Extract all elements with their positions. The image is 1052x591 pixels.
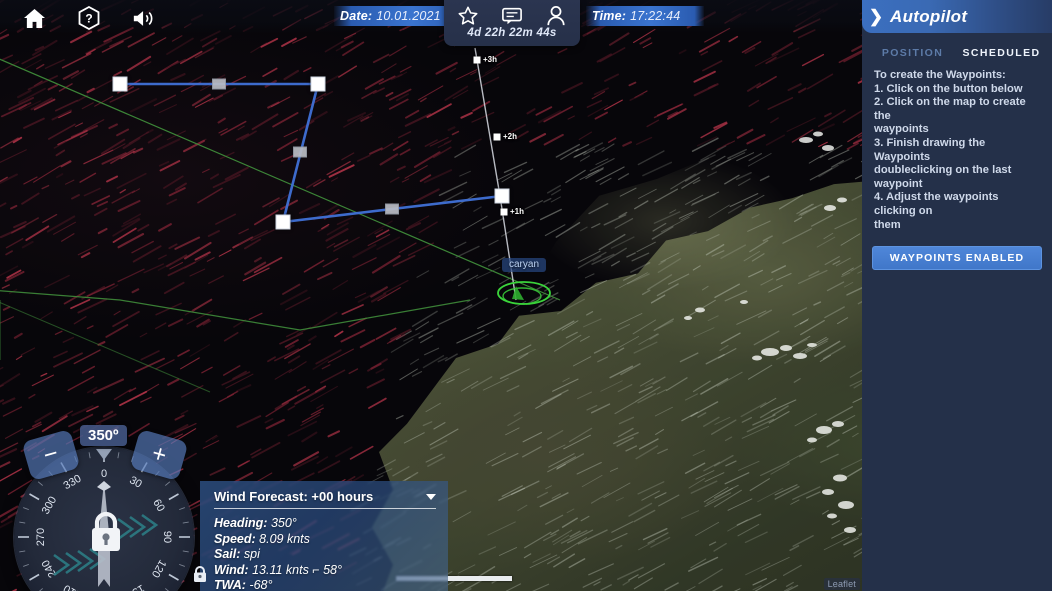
instruction-line: them (874, 218, 901, 231)
compass-tick-label: 150 (125, 582, 147, 591)
compass-tick-label: 270 (35, 528, 47, 546)
volume-icon[interactable] (132, 6, 156, 30)
wind-forecast-row-value: spi (243, 547, 260, 561)
center-icon-group (456, 4, 568, 28)
wind-forecast-row-value: 350° (270, 516, 297, 530)
time-display: Time: 17:22:44 (586, 6, 704, 26)
wind-forecast-panel[interactable]: Wind Forecast: +00 hours Heading: 350° Sp… (200, 481, 448, 591)
compass-widget[interactable]: 0306090120150180210240270300330 − + 350º (8, 411, 200, 591)
help-icon[interactable]: ? (77, 6, 101, 30)
compass-tick-label: 240 (40, 558, 60, 580)
app-root: +3h +2h +1h caryan Leaflet ? Date: 10.01… (0, 0, 1052, 591)
wind-forecast-row: Speed: 8.09 knts (214, 532, 436, 548)
wind-forecast-row-label: TWA: (214, 578, 250, 591)
route-dot-3h (473, 56, 481, 64)
route-dot-1h (500, 208, 508, 216)
tab-position[interactable]: POSITION (870, 43, 955, 67)
instruction-line: 4. Adjust the waypoints clicking on (874, 191, 999, 217)
tab-scheduled[interactable]: SCHEDULED (959, 43, 1044, 67)
wind-forecast-row-value: 8.09 knts (259, 531, 310, 546)
home-icon[interactable] (22, 6, 46, 30)
boat-name-label: caryan (502, 258, 547, 272)
waypoint-midhandle[interactable] (293, 146, 307, 158)
compass-tick-label: 90 (161, 531, 173, 543)
chat-icon[interactable] (500, 4, 524, 28)
top-bar-icon-group: ? (22, 6, 156, 30)
instruction-line: doubleclicking on the last waypoint (874, 164, 1012, 190)
wind-forecast-title: Wind Forecast: +00 hours (214, 489, 374, 504)
date-value: 10.01.2021 (376, 9, 441, 23)
wind-forecast-row: Wind: 13.11 knts ⌐ 58° (214, 563, 436, 579)
instruction-line: To create the Waypoints: (874, 69, 1006, 81)
instruction-line: 2. Click on the map to create the (874, 96, 1026, 122)
route-label-2h: +2h (503, 132, 518, 141)
center-action-panel: 4d 22h 22m 44s (444, 0, 580, 46)
wind-forecast-row: Sail: spi (214, 547, 436, 563)
svg-text:?: ? (85, 12, 92, 26)
wind-forecast-dropdown[interactable]: Wind Forecast: +00 hours (214, 489, 436, 509)
waypoints-enabled-button[interactable]: WAYPOINTS ENABLED (872, 246, 1042, 271)
heading-value-badge: 350º (80, 425, 127, 446)
compass-tick-label: 120 (149, 558, 169, 580)
wind-forecast-row: TWA: -68° (214, 578, 436, 591)
waypoint-node[interactable] (112, 76, 128, 92)
wind-forecast-row-label: Heading: (214, 516, 271, 530)
date-label: Date: (340, 9, 373, 23)
chevron-down-icon[interactable] (426, 493, 436, 500)
star-icon[interactable] (456, 4, 480, 28)
compass-tick-label: 60 (150, 497, 167, 514)
route-label-3h: +3h (483, 55, 498, 64)
time-label: Time: (592, 9, 627, 23)
wind-forecast-row-label: Sail: (214, 547, 244, 561)
instruction-line: waypoints (874, 123, 929, 136)
lock-icon[interactable] (87, 509, 125, 553)
wind-forecast-row: Heading: 350° (214, 516, 436, 532)
countdown-timer: 4d 22h 22m 44s (467, 27, 557, 39)
compass-tick-label: 330 (62, 473, 84, 493)
sidebar-header: ❯ Autopilot (862, 0, 1052, 33)
waypoint-node[interactable] (310, 76, 326, 92)
collapse-sidebar-chevron-icon[interactable]: ❯ (862, 7, 890, 27)
waypoint-node[interactable] (494, 188, 510, 204)
sidebar-tabs: POSITION SCHEDULED (862, 33, 1052, 67)
waypoint-midhandle[interactable] (385, 203, 399, 215)
compass-tick-label: 0 (101, 468, 107, 480)
route-label-1h: +1h (510, 207, 525, 216)
wind-forecast-row-value: -68° (249, 578, 273, 591)
sidebar-instructions: To create the Waypoints: 1. Click on the … (862, 67, 1052, 232)
time-value: 17:22:44 (630, 9, 681, 23)
sidebar-title: Autopilot (890, 6, 968, 26)
instruction-line: 1. Click on the button below (874, 82, 1023, 95)
instruction-line: 3. Finish drawing the Waypoints (874, 136, 986, 163)
wind-forecast-row-label: Speed: (214, 531, 260, 546)
wind-forecast-row-label: Wind: (214, 562, 253, 577)
compass-tick-label: 30 (127, 474, 144, 491)
waypoint-midhandle[interactable] (212, 78, 226, 90)
wind-forecast-row-value: 13.11 knts ⌐ 58° (252, 562, 342, 577)
route-dot-2h (493, 133, 501, 141)
autopilot-sidebar: ❯ Autopilot POSITION SCHEDULED To create… (862, 0, 1052, 591)
compass-heading-pointer (96, 449, 112, 460)
compass-tick-label: 300 (40, 495, 60, 517)
user-icon[interactable] (544, 4, 568, 28)
compass-tick-label: 210 (62, 582, 84, 591)
wind-forecast-values: Heading: 350° Speed: 8.09 knts Sail: spi Wi… (214, 516, 436, 591)
wind-panel-lock-icon[interactable] (192, 565, 208, 583)
waypoint-node[interactable] (275, 214, 291, 230)
